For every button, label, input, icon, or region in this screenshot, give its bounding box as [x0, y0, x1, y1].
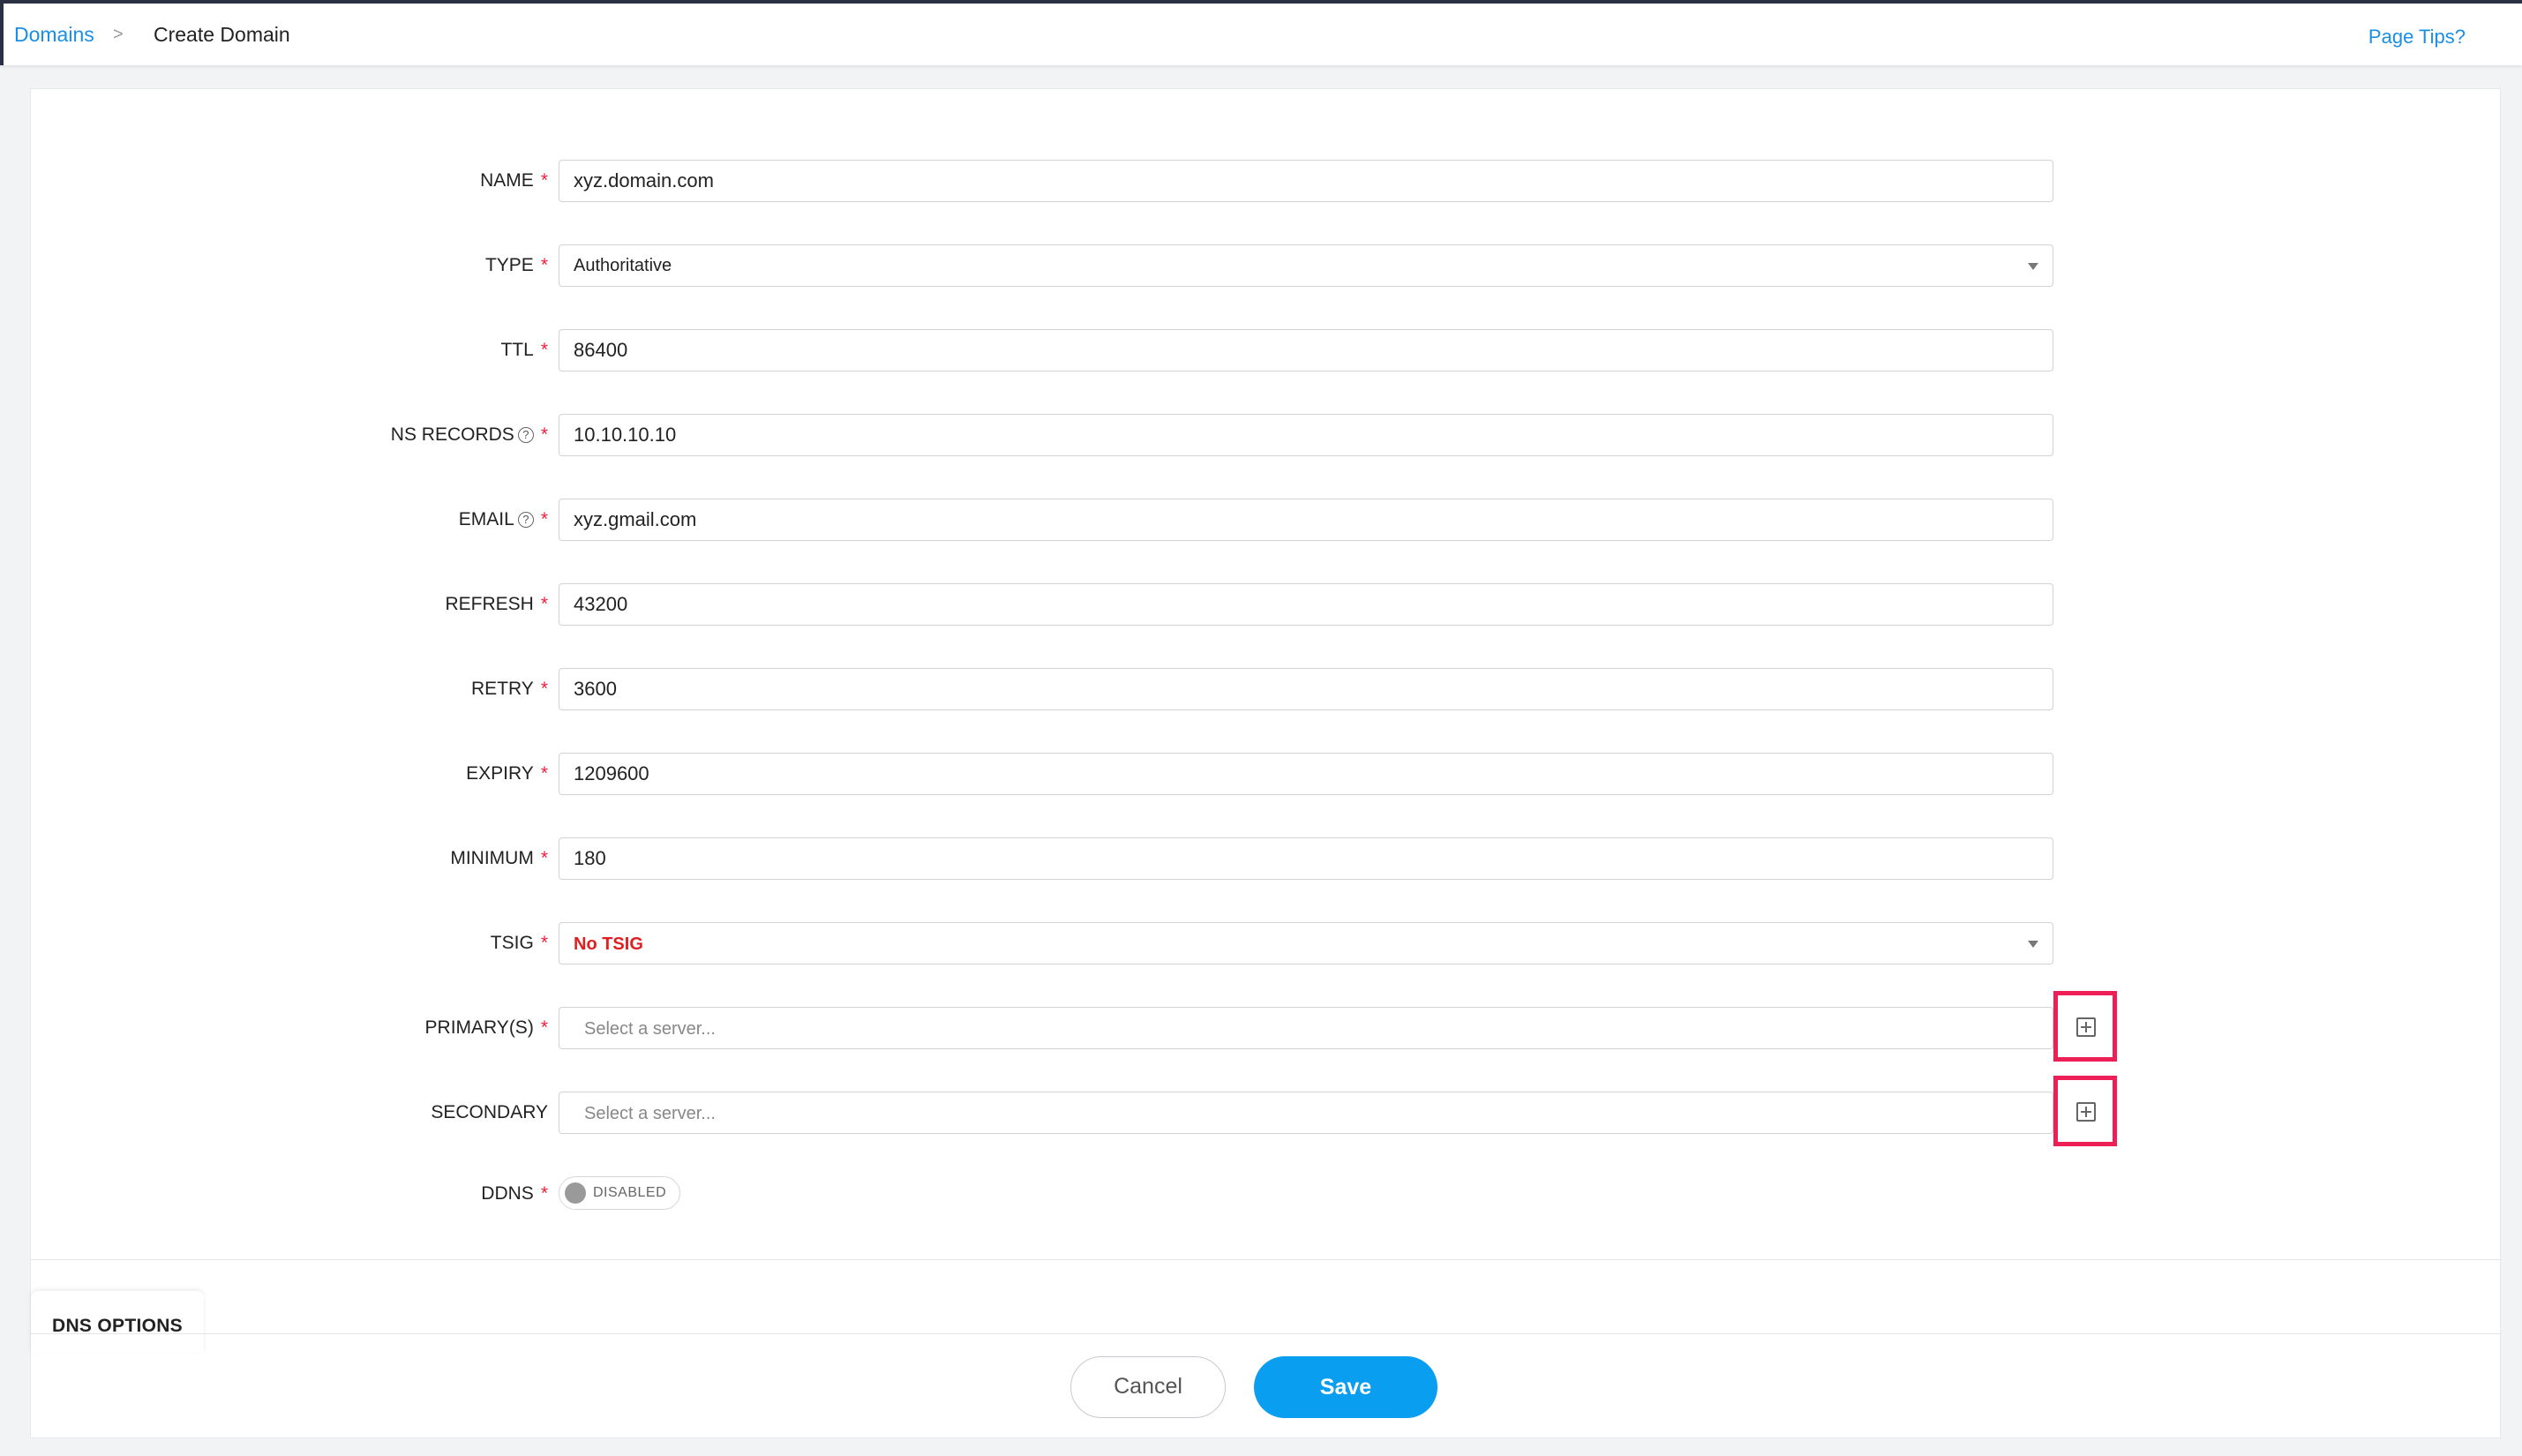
- toggle-knob: [565, 1182, 586, 1204]
- ttl-input[interactable]: 86400: [559, 329, 2053, 372]
- ddns-label: DDNS *: [481, 1183, 548, 1204]
- refresh-input[interactable]: 43200: [559, 583, 2053, 626]
- required-marker: *: [540, 340, 548, 360]
- chevron-down-icon: [2028, 263, 2038, 270]
- ddns-toggle-state: DISABLED: [593, 1185, 667, 1200]
- add-secondary-button[interactable]: [2053, 1076, 2117, 1146]
- secondary-server-select[interactable]: Select a server...: [559, 1092, 2053, 1134]
- primaries-server-select[interactable]: Select a server...: [559, 1007, 2053, 1049]
- section-divider: [31, 1259, 2502, 1260]
- help-icon[interactable]: ?: [517, 427, 534, 443]
- tsig-select-value: No TSIG: [574, 934, 643, 954]
- email-row: EMAIL? * xyz.gmail.com: [31, 499, 2502, 541]
- dns-options-tab[interactable]: DNS OPTIONS: [31, 1291, 204, 1353]
- type-row: TYPE * Authoritative: [31, 244, 2502, 287]
- required-marker: *: [540, 424, 548, 445]
- minimum-input[interactable]: 180: [559, 837, 2053, 880]
- required-marker: *: [540, 679, 548, 699]
- create-domain-form: NAME * xyz.domain.com TYPE * Authoritative…: [30, 88, 2502, 1438]
- expiry-input[interactable]: 1209600: [559, 753, 2053, 795]
- required-marker: *: [540, 509, 548, 529]
- type-select[interactable]: Authoritative: [559, 244, 2053, 287]
- tsig-label: TSIG *: [490, 933, 548, 953]
- top-bar: Domains > Create Domain Page Tips?: [0, 0, 2522, 65]
- email-input[interactable]: xyz.gmail.com: [559, 499, 2053, 541]
- ttl-row: TTL * 86400: [31, 329, 2502, 372]
- plus-square-icon: [2076, 1102, 2096, 1122]
- chevron-down-icon: [2028, 941, 2038, 948]
- required-marker: *: [540, 255, 548, 275]
- required-marker: *: [540, 594, 548, 614]
- ddns-row: DDNS * DISABLED: [31, 1173, 2502, 1215]
- ttl-label: TTL *: [500, 340, 548, 360]
- secondary-placeholder: Select a server...: [584, 1104, 716, 1123]
- breadcrumb-domains-link[interactable]: Domains: [14, 23, 94, 47]
- cancel-button[interactable]: Cancel: [1070, 1356, 1226, 1418]
- primaries-placeholder: Select a server...: [584, 1019, 716, 1039]
- ddns-toggle[interactable]: DISABLED: [559, 1176, 680, 1210]
- minimum-label: MINIMUM *: [450, 848, 548, 868]
- name-input[interactable]: xyz.domain.com: [559, 160, 2053, 202]
- minimum-row: MINIMUM * 180: [31, 837, 2502, 880]
- email-label: EMAIL? *: [458, 509, 548, 529]
- tsig-select[interactable]: No TSIG: [559, 922, 2053, 964]
- expiry-label: EXPIRY *: [466, 763, 548, 784]
- save-button[interactable]: Save: [1254, 1356, 1437, 1418]
- page-tips-link[interactable]: Page Tips?: [2368, 26, 2466, 49]
- name-row: NAME * xyz.domain.com: [31, 160, 2502, 202]
- retry-label: RETRY *: [471, 679, 548, 699]
- tsig-row: TSIG * No TSIG: [31, 922, 2502, 964]
- plus-square-icon: [2076, 1017, 2096, 1037]
- secondary-row: SECONDARY Select a server...: [31, 1076, 2502, 1146]
- breadcrumb-separator: >: [113, 25, 124, 44]
- primaries-row: PRIMARY(S) * Select a server...: [31, 991, 2502, 1062]
- refresh-row: REFRESH * 43200: [31, 583, 2502, 626]
- ns-records-label: NS RECORDS? *: [390, 424, 548, 445]
- retry-input[interactable]: 3600: [559, 668, 2053, 710]
- secondary-label: SECONDARY: [431, 1102, 548, 1122]
- expiry-row: EXPIRY * 1209600: [31, 753, 2502, 795]
- primaries-label: PRIMARY(S) *: [424, 1017, 548, 1038]
- name-label: NAME *: [480, 170, 548, 191]
- required-marker: *: [540, 763, 548, 784]
- required-marker: *: [540, 1183, 548, 1204]
- required-marker: *: [540, 933, 548, 953]
- retry-row: RETRY * 3600: [31, 668, 2502, 710]
- help-icon[interactable]: ?: [517, 512, 534, 528]
- add-primary-button[interactable]: [2053, 991, 2117, 1062]
- type-select-value: Authoritative: [574, 256, 672, 275]
- required-marker: *: [540, 170, 548, 191]
- required-marker: *: [540, 1017, 548, 1038]
- footer-divider: [31, 1333, 2502, 1334]
- page-title: Create Domain: [154, 23, 290, 46]
- refresh-label: REFRESH *: [445, 594, 548, 614]
- type-label: TYPE *: [484, 255, 548, 275]
- required-marker: *: [540, 848, 548, 868]
- ns-records-row: NS RECORDS? * 10.10.10.10: [31, 414, 2502, 456]
- ns-records-input[interactable]: 10.10.10.10: [559, 414, 2053, 456]
